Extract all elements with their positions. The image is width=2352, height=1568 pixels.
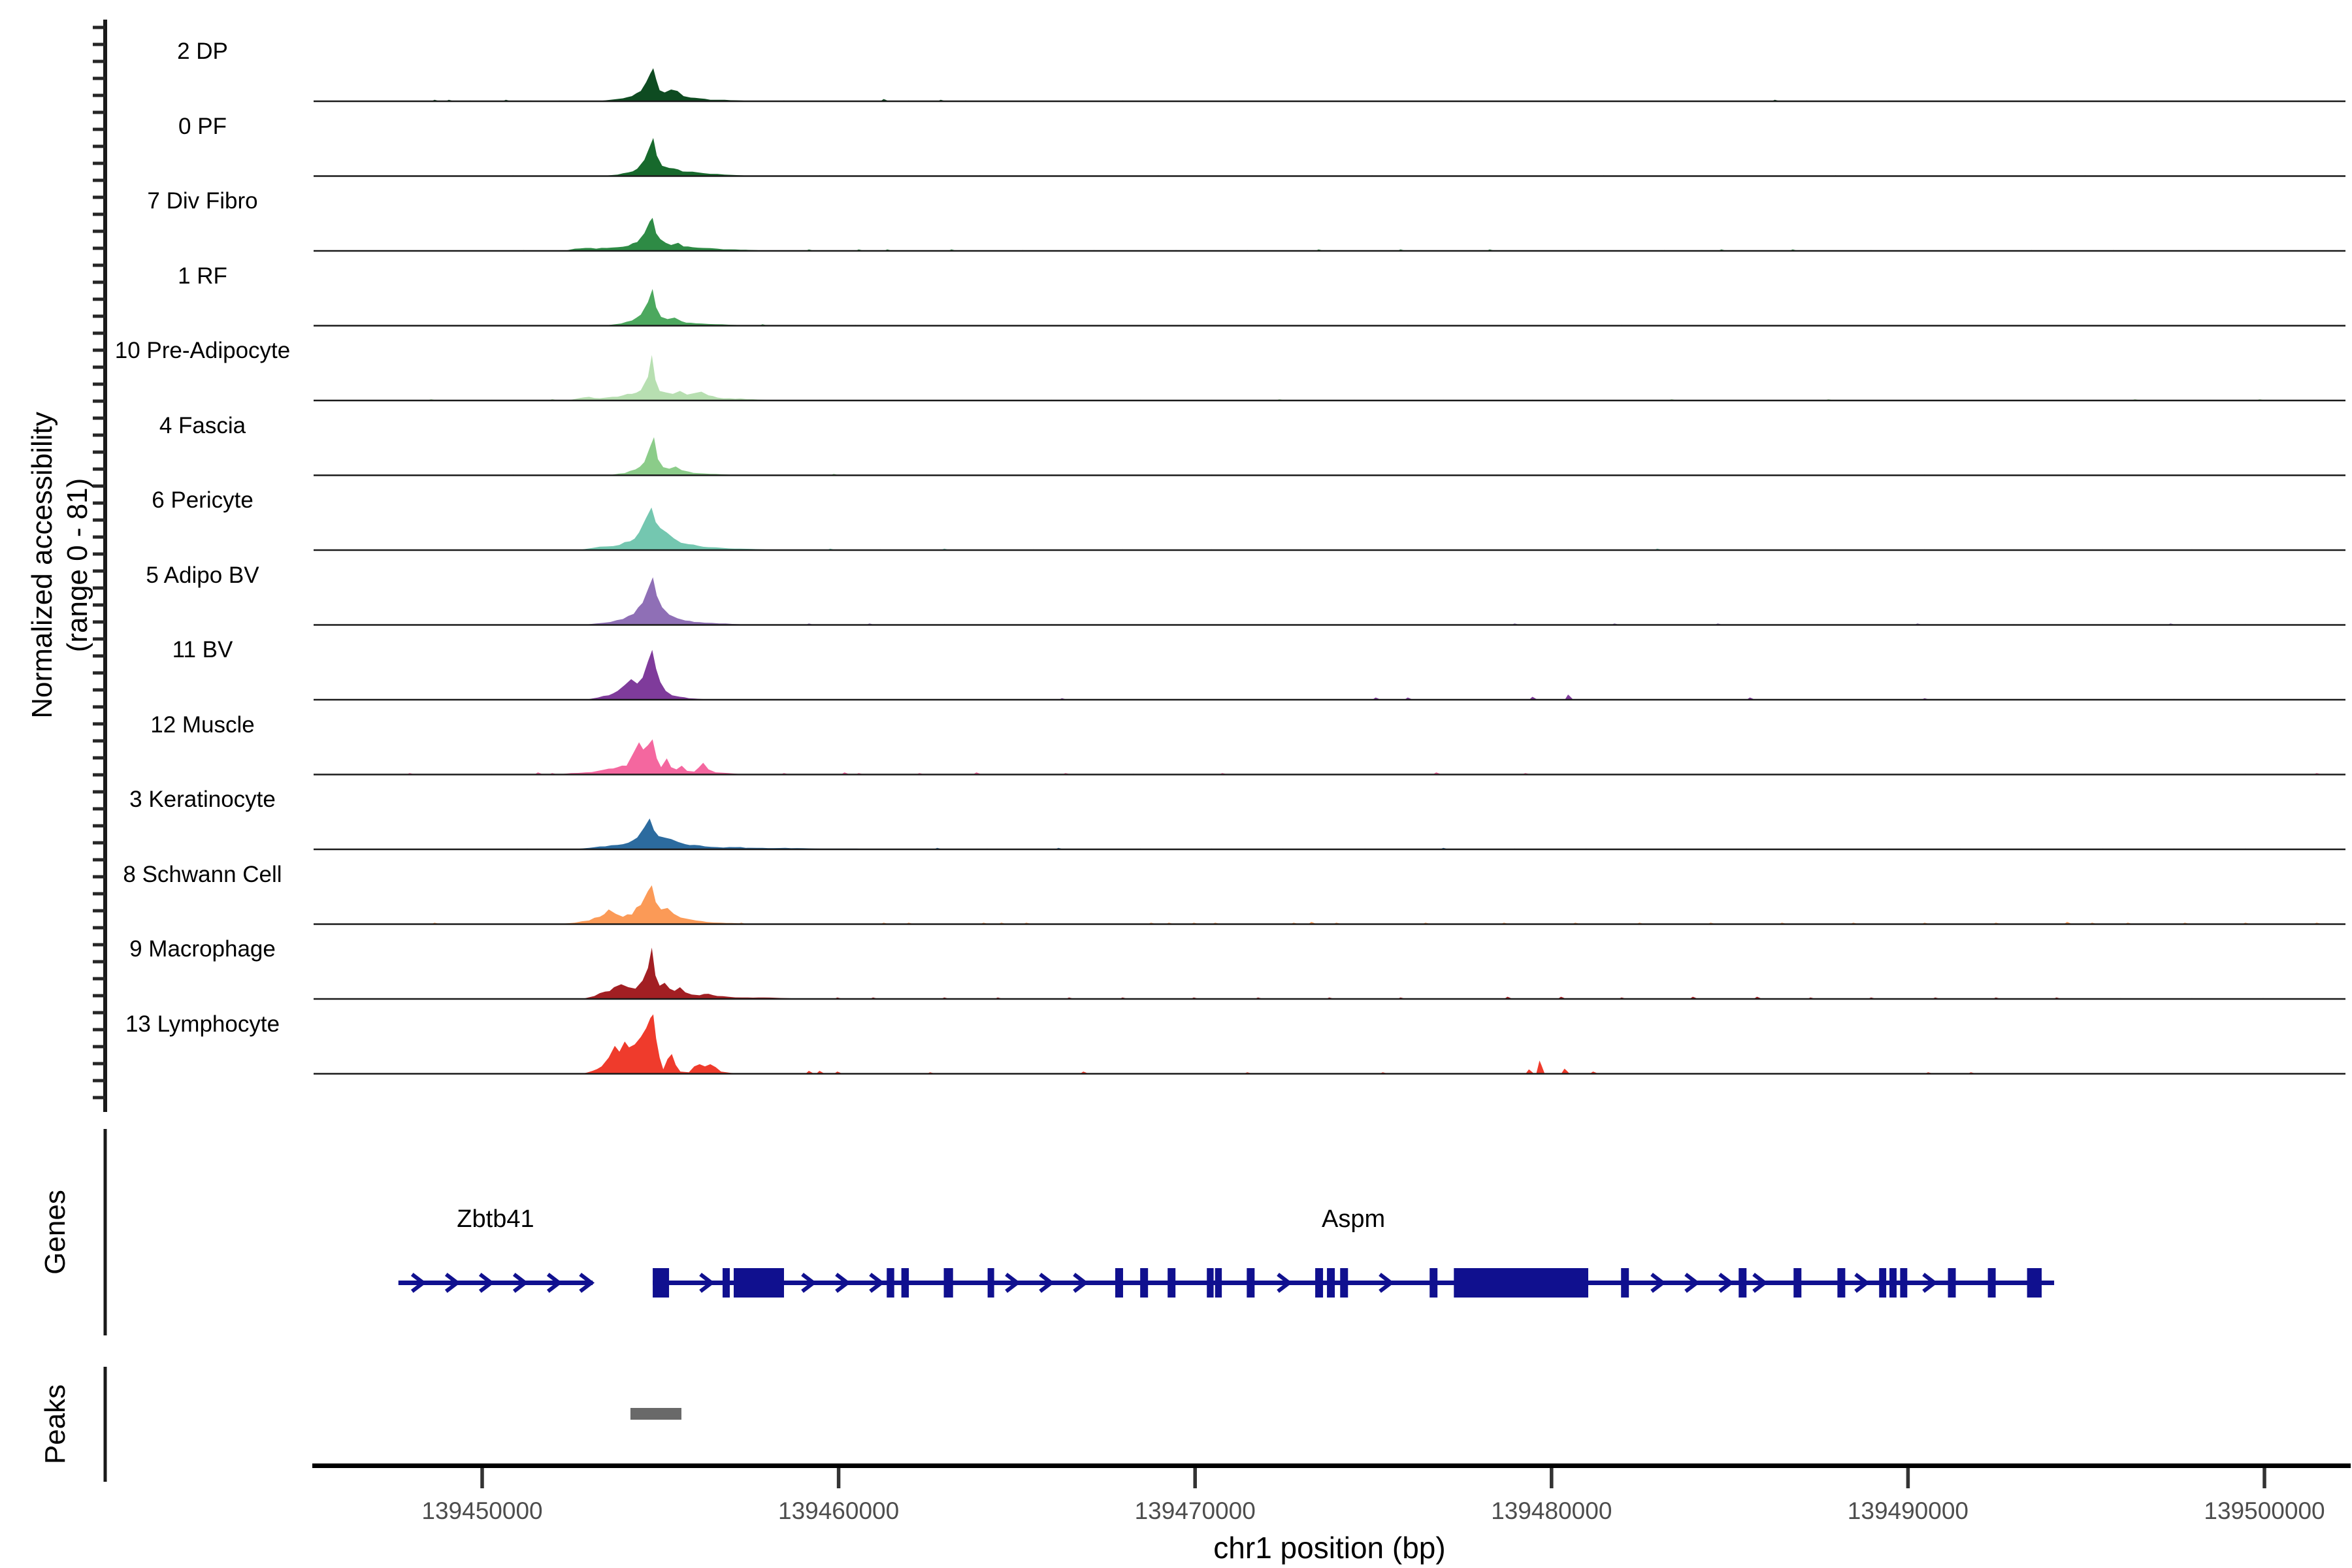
x-axis-tick-label: 139500000 [2204, 1497, 2325, 1525]
track-label: 3 Keratinocyte [85, 785, 320, 815]
gene-exon [1140, 1268, 1148, 1298]
track-label: 0 PF [85, 112, 320, 142]
gene-exon [1837, 1268, 1845, 1298]
gene-exon [1879, 1268, 1886, 1298]
gene-exon [2027, 1268, 2042, 1298]
signal-track-9-Macrophage [582, 947, 817, 999]
signal-track-2-DP [596, 68, 760, 101]
track-label: 8 Schwann Cell [85, 860, 320, 890]
signal-track-7-Div-Fibro [564, 218, 778, 251]
signal-track-5-Adipo-BV [582, 578, 760, 625]
gene-exon [1168, 1268, 1175, 1298]
genome-tracks-canvas [0, 0, 2352, 1568]
gene-name-label: Aspm [1322, 1205, 1385, 1233]
track-label: 10 Pre-Adipocyte [85, 336, 320, 366]
gene-exon [1793, 1268, 1801, 1298]
gene-exon [1207, 1268, 1213, 1298]
gene-exon [1315, 1268, 1323, 1298]
gene-exon [1454, 1268, 1588, 1298]
gene-exon [1327, 1268, 1335, 1298]
gene-exon [1115, 1268, 1123, 1298]
signal-track-13-Lymphocyte [582, 1015, 749, 1074]
gene-exon [1889, 1268, 1897, 1298]
signal-track-6-Pericyte [578, 508, 789, 550]
signal-track-8-Schwann-Cell [557, 885, 768, 924]
track-label: 1 RF [85, 261, 320, 291]
x-axis-tick-label: 139450000 [421, 1497, 542, 1525]
signal-track-1-RF [604, 289, 753, 325]
x-axis-tick-label: 139470000 [1135, 1497, 1256, 1525]
signal-blip [1536, 1060, 1544, 1073]
track-label: 6 Pericyte [85, 485, 320, 515]
peak-region-bar [630, 1408, 681, 1420]
signal-track-3-Keratinocyte [571, 819, 892, 849]
gene-exon [988, 1268, 994, 1298]
track-label: 7 Div Fibro [85, 186, 320, 216]
track-label: 4 Fascia [85, 411, 320, 441]
gene-exon [1247, 1268, 1254, 1298]
genes-section-label: Genes [39, 1190, 72, 1275]
gene-exon [1621, 1268, 1629, 1298]
gene-exon [723, 1268, 730, 1298]
peaks-section-label: Peaks [39, 1384, 72, 1464]
track-label: 13 Lymphocyte [85, 1009, 320, 1039]
x-axis-tick-label: 139460000 [778, 1497, 899, 1525]
gene-exon [902, 1268, 909, 1298]
x-axis-tick-label: 139490000 [1848, 1497, 1968, 1525]
track-label: 12 Muscle [85, 710, 320, 740]
signal-track-12-Muscle [557, 740, 746, 775]
gene-name-label: Zbtb41 [457, 1205, 534, 1233]
x-axis-tick-label: 139480000 [1491, 1497, 1612, 1525]
track-label: 5 Adipo BV [85, 561, 320, 591]
signal-track-11-BV [585, 650, 721, 700]
signal-track-0-PF [600, 138, 760, 176]
coverage-plot-figure: Normalized accessibility (range 0 - 81) … [0, 0, 2352, 1568]
gene-exon [944, 1268, 953, 1298]
gene-exon [887, 1268, 894, 1298]
gene-exon [1948, 1268, 1956, 1298]
track-label: 2 DP [85, 37, 320, 67]
gene-exon [653, 1268, 669, 1298]
signal-track-4-Fascia [607, 437, 749, 475]
gene-exon [1739, 1268, 1746, 1298]
gene-exon [1988, 1268, 1996, 1298]
gene-exon [1429, 1268, 1437, 1298]
track-label: 9 Macrophage [85, 934, 320, 964]
gene-exon [734, 1268, 784, 1298]
y-axis-title-line1: Normalized accessibility [25, 412, 60, 718]
gene-exon [1215, 1268, 1222, 1298]
track-label: 11 BV [85, 635, 320, 665]
x-axis-title: chr1 position (bp) [1213, 1530, 1445, 1565]
gene-exon [1340, 1268, 1348, 1298]
gene-exon [1900, 1268, 1907, 1298]
signal-track-10-Pre-Adipocyte [568, 355, 781, 400]
